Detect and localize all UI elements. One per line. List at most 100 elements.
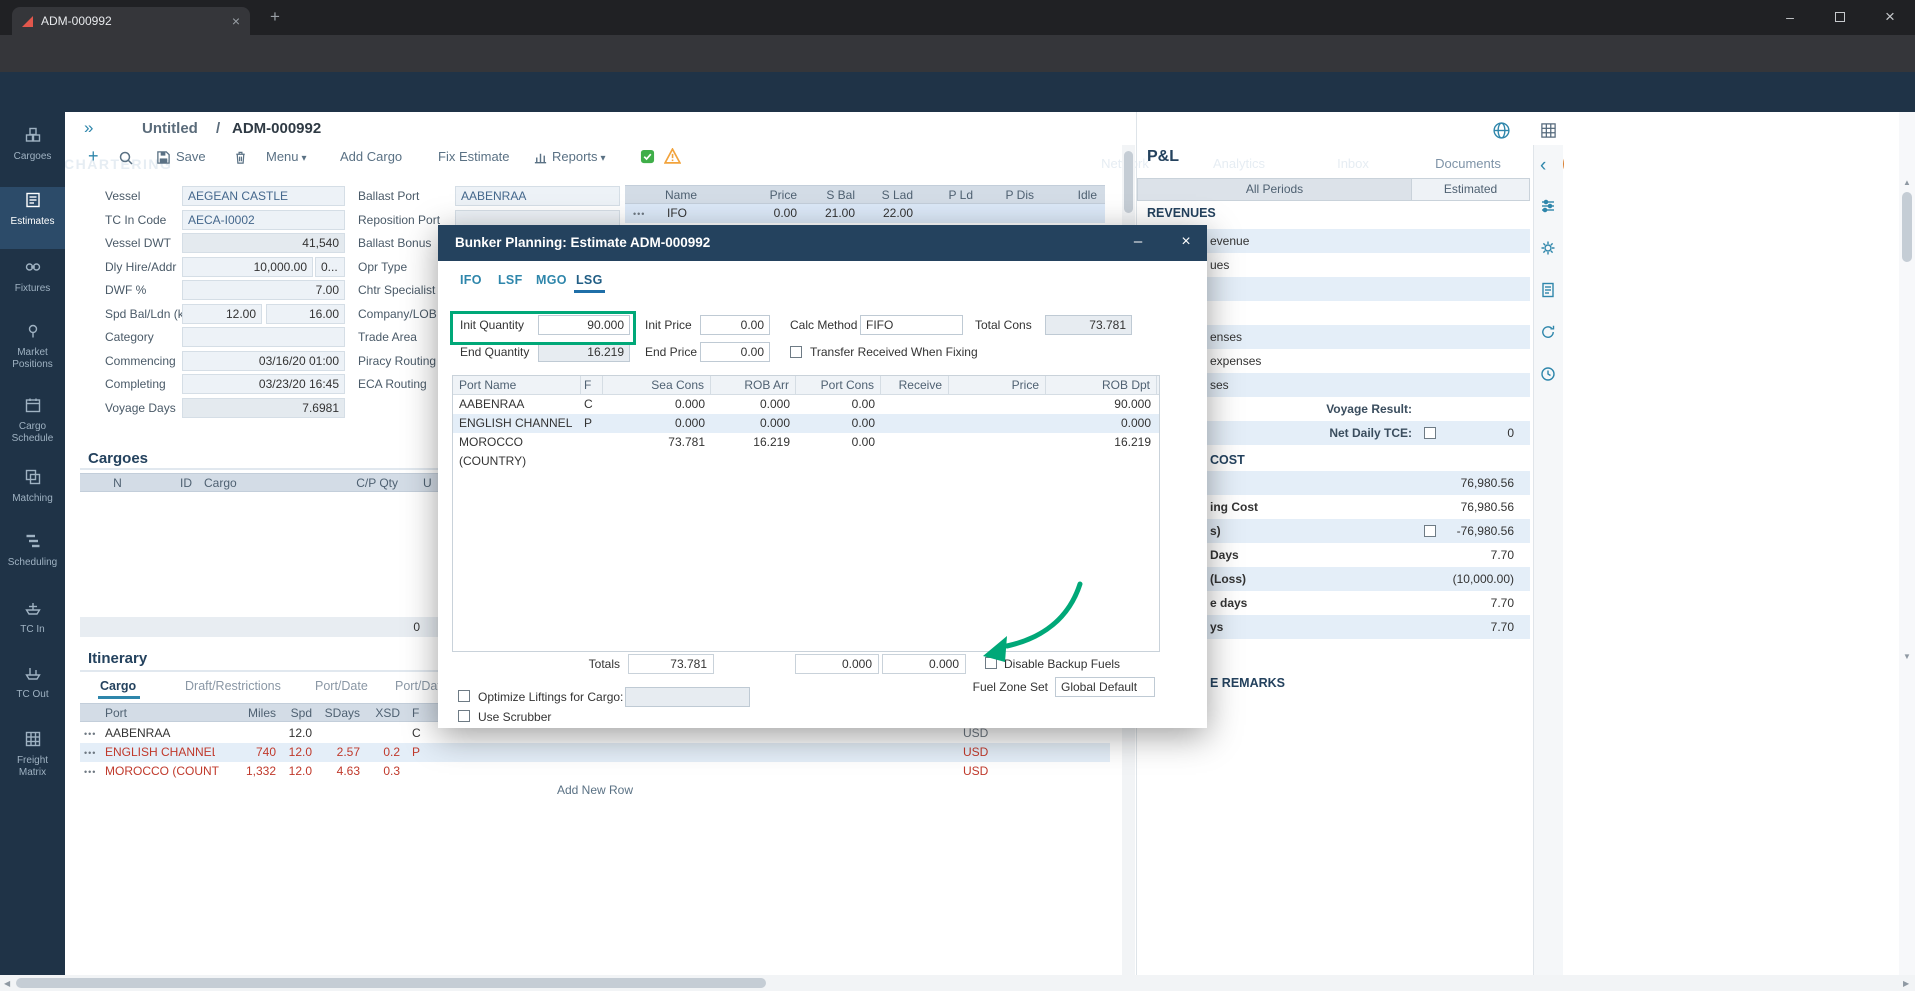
tab-mgo[interactable]: MGO: [536, 273, 567, 287]
add-icon[interactable]: [88, 146, 99, 167]
window-restore-button[interactable]: [1815, 0, 1865, 34]
bunker-grid-row[interactable]: AABENRAA C 0.000 0.000 0.00 90.000: [453, 395, 1159, 414]
warning-icon[interactable]: [664, 148, 681, 167]
sidebar-item-cargoes[interactable]: Cargoes: [0, 122, 65, 182]
ballast-port-field[interactable]: AABENRAA: [455, 186, 620, 206]
itinerary-row[interactable]: ENGLISH CHANNEL 740 12.0 2.57 0.2 P USD: [80, 743, 1110, 762]
reports-button[interactable]: Reports: [552, 149, 606, 164]
app-header: CHARTERING Network Analytics Inbox Docum…: [0, 72, 1915, 112]
clock-icon[interactable]: [1540, 366, 1556, 382]
restore-icon: [1835, 12, 1845, 22]
row-menu-icon[interactable]: [84, 724, 96, 744]
sidebar-item-freight-matrix[interactable]: Freight Matrix: [0, 726, 65, 796]
use-scrubber-checkbox[interactable]: [458, 710, 470, 722]
end-price-field[interactable]: 0.00: [700, 342, 770, 362]
itinerary-row[interactable]: MOROCCO (COUNTRY 1,332 12.0 4.63 0.3 USD: [80, 762, 1110, 781]
sidebar-item-tc-out[interactable]: TC Out: [0, 660, 65, 722]
window-minimize-button[interactable]: [1765, 0, 1815, 34]
fuel-zone-set-select[interactable]: Global Default: [1055, 677, 1155, 697]
addr-field[interactable]: 0...: [315, 257, 345, 277]
modal-close-icon[interactable]: ×: [1166, 225, 1206, 261]
tab-lsf[interactable]: LSF: [498, 273, 523, 287]
fix-estimate-button[interactable]: Fix Estimate: [438, 149, 510, 164]
dly-hire-field[interactable]: 10,000.00: [182, 257, 313, 277]
sidebar-item-matching[interactable]: Matching: [0, 464, 65, 522]
scroll-right-icon[interactable]: [1903, 979, 1909, 988]
add-new-row-button[interactable]: Add New Row: [80, 781, 1110, 800]
row-menu-icon[interactable]: [84, 762, 96, 782]
breadcrumb-untitled[interactable]: Untitled: [142, 120, 198, 137]
init-price-field[interactable]: 0.00: [700, 315, 770, 335]
new-tab-button[interactable]: [270, 7, 280, 27]
vessel-field[interactable]: AEGEAN CASTLE: [182, 186, 345, 206]
spd-laden-field[interactable]: 16.00: [266, 304, 345, 324]
reports-chart-icon: [533, 150, 548, 168]
tab-ifo[interactable]: IFO: [460, 273, 482, 287]
search-icon[interactable]: [118, 150, 134, 169]
sidebar-item-market-positions[interactable]: Market Positions: [0, 318, 65, 388]
tab-port-date-2[interactable]: Port/Dat: [395, 679, 441, 693]
tab-close-icon[interactable]: [232, 13, 240, 29]
pnl-checkbox[interactable]: [1424, 525, 1436, 537]
sidebar-item-scheduling[interactable]: Scheduling: [0, 528, 65, 590]
calc-method-select[interactable]: FIFO: [860, 315, 963, 335]
bunker-grid-row[interactable]: ENGLISH CHANNEL P 0.000 0.000 0.00 0.000: [453, 414, 1159, 433]
filter-sliders-icon[interactable]: [1540, 198, 1556, 214]
field-label: Trade Area: [358, 327, 417, 347]
modal-title-bar[interactable]: Bunker Planning: Estimate ADM-000992: [438, 225, 1207, 261]
save-button[interactable]: Save: [176, 149, 206, 164]
fuel-zone-set-label: Fuel Zone Set: [918, 677, 1048, 697]
nav-documents[interactable]: Documents: [1430, 156, 1506, 171]
scrollbar-thumb[interactable]: [1124, 151, 1133, 213]
sidebar-item-cargo-schedule[interactable]: Cargo Schedule: [0, 392, 65, 460]
browser-tab[interactable]: ADM-000992: [12, 7, 250, 35]
tab-port-date[interactable]: Port/Date: [315, 679, 368, 693]
add-cargo-button[interactable]: Add Cargo: [340, 149, 402, 164]
scrollbar-thumb[interactable]: [16, 978, 766, 988]
field-label: Ballast Port: [358, 186, 419, 206]
row-menu-icon[interactable]: [84, 743, 96, 763]
scroll-up-icon[interactable]: [1903, 178, 1911, 187]
tab-lsg[interactable]: LSG: [576, 273, 603, 287]
tc-in-code-field[interactable]: AECA-I0002: [182, 210, 345, 230]
scroll-left-icon[interactable]: [4, 979, 10, 988]
optimize-cargo-field[interactable]: [625, 687, 750, 707]
nav-inbox[interactable]: Inbox: [1330, 156, 1376, 171]
validated-badge-icon[interactable]: [640, 149, 655, 167]
window-close-button[interactable]: [1865, 0, 1915, 34]
nav-analytics[interactable]: Analytics: [1202, 156, 1276, 171]
category-field[interactable]: [182, 327, 345, 347]
map-pin-icon: [24, 322, 42, 340]
tce-checkbox[interactable]: [1424, 427, 1436, 439]
scrollbar-thumb[interactable]: [1902, 192, 1912, 262]
spd-ballast-field[interactable]: 12.00: [182, 304, 262, 324]
expand-panel-icon[interactable]: [84, 118, 93, 138]
completing-field[interactable]: 03/23/20 16:45: [182, 374, 345, 394]
grid-view-icon[interactable]: [1540, 122, 1557, 142]
menu-button[interactable]: Menu: [266, 149, 307, 164]
sidebar-item-fixtures[interactable]: Fixtures: [0, 254, 65, 316]
fuel-summary-row[interactable]: IFO 0.00 21.00 22.00: [625, 204, 1105, 223]
trash-icon[interactable]: [233, 150, 248, 168]
pnl-period-header[interactable]: All Periods: [1137, 178, 1412, 201]
bunker-grid-row[interactable]: MOROCCO (COUNTRY) 73.781 16.219 0.00 16.…: [453, 433, 1159, 452]
gantt-icon: [24, 532, 42, 550]
sidebar-item-tc-in[interactable]: TC In: [0, 595, 65, 657]
document-icon[interactable]: [1540, 282, 1556, 298]
tab-cargo[interactable]: Cargo: [100, 679, 136, 693]
refresh-icon[interactable]: [1540, 324, 1556, 340]
gear-icon[interactable]: [1540, 240, 1556, 256]
horizontal-scrollbar[interactable]: [0, 975, 1915, 991]
transfer-received-checkbox[interactable]: [790, 346, 802, 358]
collapse-panel-icon[interactable]: [1540, 158, 1546, 174]
dwf-field[interactable]: 7.00: [182, 280, 345, 300]
modal-minimize-icon[interactable]: –: [1118, 225, 1158, 261]
commencing-field[interactable]: 03/16/20 01:00: [182, 351, 345, 371]
sidebar-item-estimates[interactable]: Estimates: [0, 187, 65, 249]
tab-draft-restrictions[interactable]: Draft/Restrictions: [185, 679, 281, 693]
right-vertical-scrollbar[interactable]: [1899, 112, 1915, 975]
scroll-down-icon[interactable]: [1903, 652, 1911, 661]
row-menu-icon[interactable]: [633, 204, 645, 224]
optimize-liftings-checkbox[interactable]: [458, 690, 470, 702]
globe-icon[interactable]: [1492, 121, 1511, 143]
